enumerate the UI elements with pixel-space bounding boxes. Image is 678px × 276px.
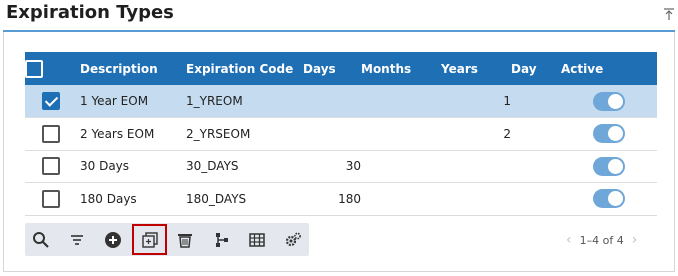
pagination: ‹ 1–4 of 4 › [566,231,637,249]
pager-range: 1–4 of 4 [579,233,624,247]
table-row[interactable]: 1 Year EOM 1_YREOM 1 [25,85,657,118]
cell-description: 30 Days [76,150,182,183]
column-header-months[interactable]: Months [361,52,441,85]
row-checkbox[interactable] [41,124,60,143]
cell-days [303,117,361,151]
select-all-checkbox[interactable] [25,59,43,78]
cell-expiration-code: 2_YRSEOM [182,117,303,151]
column-header-day[interactable]: Day [511,52,561,85]
collapse-icon[interactable] [663,6,675,20]
active-toggle[interactable] [593,124,625,144]
next-page-icon[interactable]: › [632,232,638,248]
table-header-row: Description Expiration Code Days Months … [25,52,657,85]
active-toggle[interactable] [593,156,625,176]
cell-day [511,85,561,118]
cell-years [441,150,511,183]
row-checkbox[interactable] [41,189,60,208]
expiration-types-table: Description Expiration Code Days Months … [25,52,657,216]
column-header-description[interactable]: Description [76,52,182,85]
cell-months [361,85,441,118]
cell-description: 1 Year EOM [76,85,182,118]
cell-day [511,150,561,183]
cell-day [511,117,561,151]
table-row[interactable]: 2 Years EOM 2_YRSEOM 2 [25,117,657,151]
grid-toolbar [25,223,309,256]
active-toggle[interactable] [593,189,625,209]
cell-months [361,150,441,183]
cell-years: 1 [441,85,511,118]
cell-months [361,182,441,216]
column-header-years[interactable]: Years [441,52,511,85]
cell-days [303,85,361,118]
cell-expiration-code: 180_DAYS [182,182,303,216]
cell-years: 2 [441,117,511,151]
row-checkbox[interactable] [41,157,60,176]
copy-icon[interactable] [132,224,167,255]
cell-months [361,117,441,151]
page-title: Expiration Types [6,2,174,23]
active-toggle[interactable] [593,91,625,111]
search-icon[interactable] [29,228,53,252]
cell-days: 30 [303,150,361,183]
cell-expiration-code: 1_YREOM [182,85,303,118]
add-icon[interactable] [101,228,125,252]
cell-description: 2 Years EOM [76,117,182,151]
hierarchy-icon[interactable] [210,228,234,252]
table-row[interactable]: 180 Days 180_DAYS 180 [25,182,657,216]
column-header-active[interactable]: Active [561,52,657,85]
column-header-days[interactable]: Days [303,52,361,85]
cell-expiration-code: 30_DAYS [182,150,303,183]
settings-icon[interactable] [281,228,305,252]
column-header-expiration-code[interactable]: Expiration Code [182,52,303,85]
cell-days: 180 [303,182,361,216]
cell-description: 180 Days [76,182,182,216]
previous-page-icon[interactable]: ‹ [566,232,572,248]
row-checkbox[interactable] [41,92,60,110]
expiration-types-panel: Expiration Types Description Expiration … [0,0,678,276]
table-row[interactable]: 30 Days 30_DAYS 30 [25,150,657,183]
columns-icon[interactable] [245,228,269,252]
delete-icon[interactable] [173,228,197,252]
cell-years [441,182,511,216]
filter-icon[interactable] [65,228,89,252]
select-all-cell [25,52,76,85]
cell-day [511,182,561,216]
